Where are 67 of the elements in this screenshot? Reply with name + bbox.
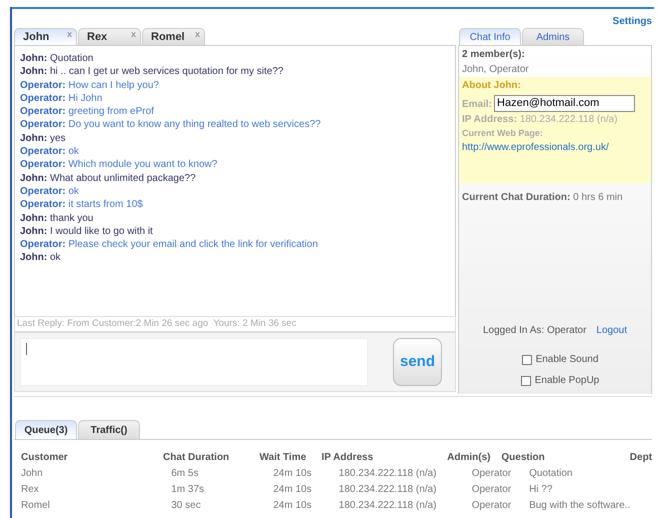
members-title: 2 member(s): [462,48,526,62]
last-reply-text: Last Reply: From Customer:2 Min 26 sec ago Yours: 2 Min 36 sec [17,316,296,331]
table-cell: Operator [472,484,512,495]
chat-message: Operator: it starts from 10$ [20,198,144,212]
column-header: Wait Time [259,451,308,465]
logout-link[interactable]: Logout [596,323,627,338]
queue-tab[interactable]: Queue(3) [15,420,77,439]
table-cell: Operator [472,468,512,479]
table-cell: 180.234.222.118 (n/a) [338,500,436,511]
table-cell: 30 sec [171,500,201,511]
chat-message: Operator: Do you want to know any thing realted to web services?? [20,118,322,132]
table-cell: John [21,468,43,479]
column-header: Dept [628,451,652,465]
table-cell: 180.234.222.118 (n/a) [338,484,436,495]
table-cell: Operator [472,500,512,511]
chat-message: John: ok [20,251,62,265]
chat-message: Operator: How can I help you? [20,78,160,92]
chat-message: John: hi .. can I get ur web services quotation for my site?? [20,65,284,79]
table-cell: 180.234.222.118 (n/a) [338,468,436,479]
info-tab[interactable]: Chat Info [459,28,521,45]
chat-message: Operator: Which module you want to know? [20,158,218,172]
column-header: IP Address [321,451,374,465]
column-header: Admin(s) [447,451,492,465]
column-header: Customer [21,451,69,465]
message-input[interactable] [20,338,368,386]
table-cell: 24m 10s [273,468,312,479]
web-page-link[interactable]: http://www.eprofessionals.org.uk/ [462,140,617,154]
web-page-label: Current Web Page: [462,127,544,140]
settings-link[interactable]: Settings [612,14,652,28]
duration-text: Current Chat Duration: 0 hrs 6 min [461,191,624,205]
chat-message: John: yes [20,132,67,146]
table-cell: 24m 10s [273,500,312,511]
chat-tab[interactable]: Rex x [78,28,141,45]
checkbox-label: Enable Sound [536,353,598,367]
email-label: Email: [462,98,492,112]
table-cell: Rex [21,484,39,495]
checkbox[interactable] [522,354,532,364]
chat-message: John: I would like to go with it [20,224,154,238]
chat-message: Operator: Please check your email and click the link for verification [20,238,319,252]
table-cell: 1m 37s [171,484,204,495]
ip-address-text: IP Address: 180.234.222.118 (n/a) [462,113,618,127]
chat-message: Operator: Hi John [20,92,104,106]
chat-message: Operator: ok [20,145,80,158]
chat-message: John: thank you [20,212,94,225]
table-cell: Quotation [529,468,572,479]
table-cell: Hi ?? [529,484,552,495]
column-header: Question [501,451,546,465]
checkbox-label: Enable PopUp [534,374,600,388]
checkbox[interactable] [520,376,531,386]
column-header: Chat Duration [163,451,230,465]
chat-tab[interactable]: John x [14,28,77,45]
table-cell: Bug with the software.. [529,500,630,511]
send-button[interactable]: send [393,338,442,386]
chat-message: John: Quotation [20,52,94,66]
chat-message: John: What about unlimited package?? [20,172,197,185]
chat-message: Operator: ok [20,184,80,198]
logged-in-text: Logged In As: Operator [483,324,586,338]
table-cell: 24m 10s [273,484,312,495]
queue-tab[interactable]: Traffic() [78,420,140,439]
info-tab[interactable]: Admins [522,28,584,45]
chat-message: Operator: greeting from eProf [20,105,155,118]
table-cell: Romel [21,500,50,511]
email-field[interactable]: Hazen@hotmail.com [494,95,636,112]
table-cell: 6m 5s [171,468,198,479]
about-title: About John: [462,79,522,93]
chat-tab[interactable]: Romel x [142,28,205,45]
members-text: John, Operator [462,63,530,77]
